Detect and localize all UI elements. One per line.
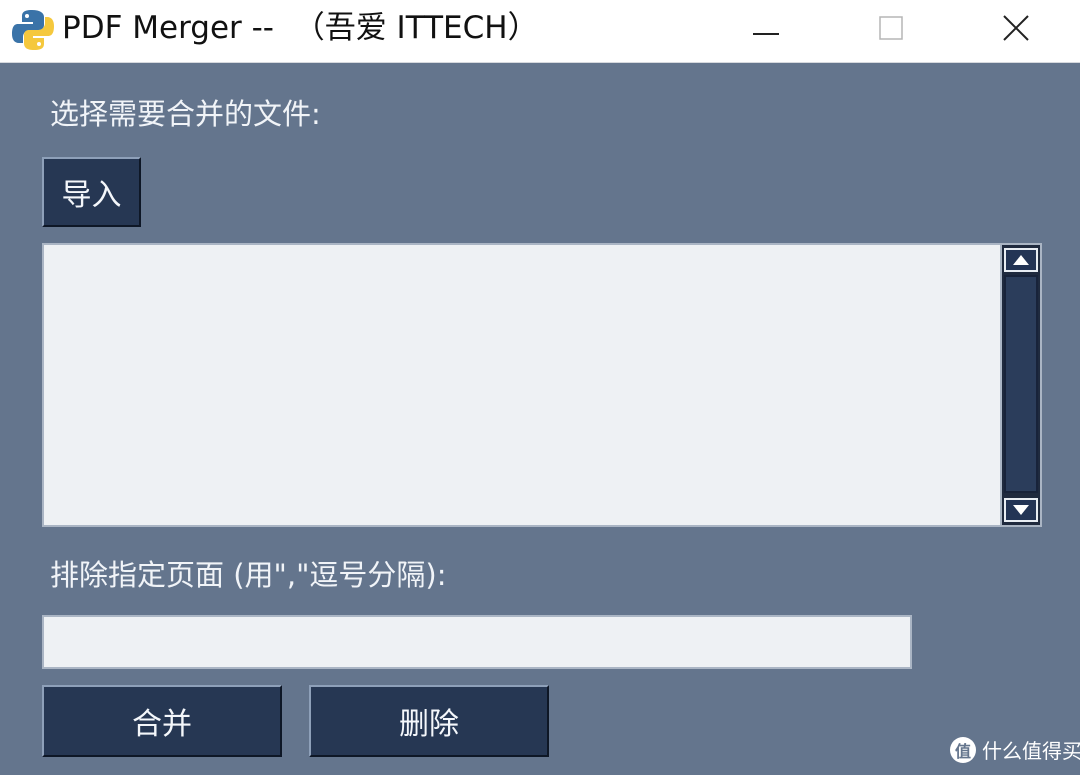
scroll-thumb[interactable] bbox=[1004, 275, 1038, 493]
scroll-up-button[interactable] bbox=[1004, 248, 1038, 272]
close-button[interactable] bbox=[980, 0, 1052, 60]
title-bar[interactable]: PDF Merger -- （吾爱 ITTECH） bbox=[0, 0, 1080, 63]
arrow-up-icon bbox=[1012, 251, 1030, 270]
select-files-label: 选择需要合并的文件: bbox=[50, 97, 321, 131]
watermark-text: 什么值得买 bbox=[982, 739, 1080, 763]
exclude-pages-label: 排除指定页面 (用","逗号分隔): bbox=[50, 558, 447, 592]
watermark: 值 什么值得买 bbox=[950, 735, 1080, 764]
minimize-icon bbox=[753, 21, 779, 40]
window-title: PDF Merger -- （吾爱 ITTECH） bbox=[62, 10, 539, 46]
maximize-icon bbox=[879, 16, 903, 44]
arrow-down-icon bbox=[1012, 501, 1030, 520]
pdf-merger-window: PDF Merger -- （吾爱 ITTECH） 选择需要合并的文件: 导入 bbox=[0, 0, 1080, 775]
merge-button[interactable]: 合并 bbox=[42, 685, 282, 757]
delete-button[interactable]: 删除 bbox=[309, 685, 549, 757]
import-button[interactable]: 导入 bbox=[42, 157, 141, 227]
python-icon bbox=[10, 8, 56, 52]
maximize-button[interactable] bbox=[855, 0, 927, 60]
file-list-scrollbar[interactable] bbox=[1000, 243, 1042, 527]
minimize-button[interactable] bbox=[730, 0, 802, 60]
exclude-pages-input[interactable] bbox=[42, 615, 912, 669]
watermark-badge: 值 bbox=[950, 736, 976, 763]
file-list[interactable] bbox=[42, 243, 1002, 527]
close-icon bbox=[1003, 15, 1029, 45]
scroll-down-button[interactable] bbox=[1004, 498, 1038, 522]
